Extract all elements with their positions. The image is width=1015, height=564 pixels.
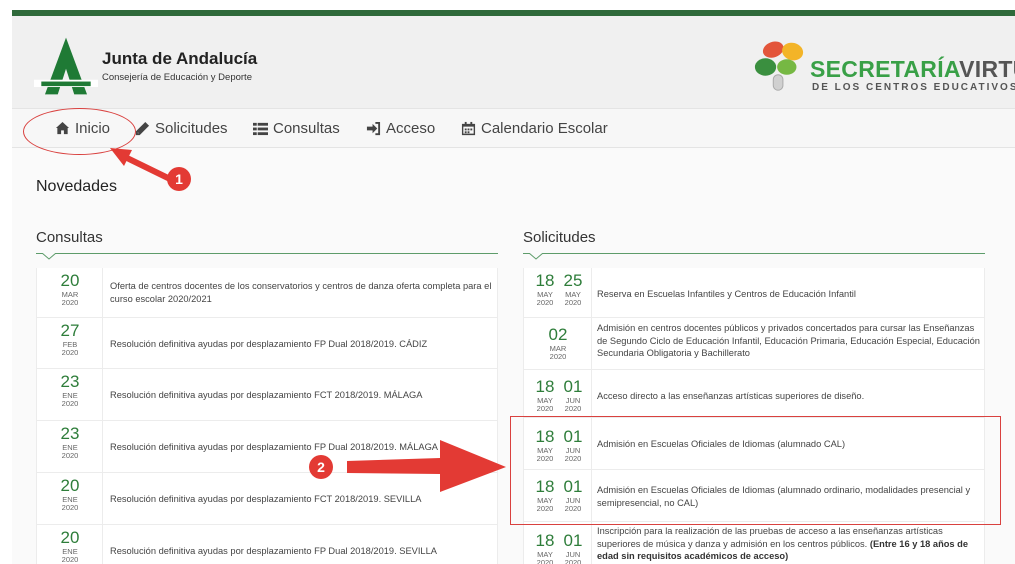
consultas-row-text[interactable]: Resolución definitiva ayudas por desplaz…: [110, 493, 495, 506]
consultas-row-text[interactable]: Resolución definitiva ayudas por desplaz…: [110, 545, 495, 558]
solicitudes-row-text[interactable]: Reserva en Escuelas Infantiles y Centros…: [597, 288, 982, 301]
date-cell: 27 FEB 2020: [37, 318, 103, 368]
solicitudes-divider: [523, 253, 985, 254]
consultas-divider-notch: [42, 253, 56, 260]
date-day: 18: [535, 377, 555, 396]
consultas-divider: [36, 253, 498, 254]
date-cell: 18 MAY 2020 25 MAY 2020: [524, 268, 592, 317]
date-cell: 20 ENE 2020: [37, 525, 103, 564]
date-cell: 20 MAR 2020: [37, 268, 103, 317]
consultas-row-text[interactable]: Oferta de centros docentes de los conser…: [110, 280, 495, 305]
date-day: 23: [60, 424, 80, 443]
date-year: 2020: [549, 351, 567, 361]
date-badge: 20 ENE 2020: [55, 529, 85, 563]
list-icon: [253, 122, 268, 136]
date-year: 2020: [536, 557, 554, 564]
sv-subtitle: DE LOS CENTROS EDUCATIVOS: [812, 82, 1015, 93]
sign-in-icon: [366, 121, 381, 136]
date-cell: 20 ENE 2020: [37, 473, 103, 524]
nav-solicitudes-label: Solicitudes: [155, 120, 228, 137]
date-year: 2020: [536, 403, 554, 413]
date-day: 01: [563, 531, 583, 550]
junta-andalucia-logo[interactable]: [34, 34, 98, 98]
consultas-row[interactable]: 23 ENE 2020 Resolución definitiva ayudas p…: [36, 421, 498, 473]
date-day: 02: [548, 325, 568, 344]
calendar-icon: [461, 121, 476, 136]
novedades-heading: Novedades: [36, 178, 117, 195]
date-year: 2020: [61, 554, 79, 564]
nav-solicitudes[interactable]: Solicitudes: [135, 120, 228, 137]
date-year: 2020: [536, 297, 554, 307]
solicitudes-row[interactable]: 18 MAY 2020 25 MAY 2020 Reserva en Escuelas …: [523, 268, 985, 318]
date-cell: 18 MAY 2020 01 JUN 2020: [524, 522, 592, 564]
date-day: 20: [60, 476, 80, 495]
consultas-row-text[interactable]: Resolución definitiva ayudas por desplaz…: [110, 338, 495, 351]
date-year: 2020: [564, 557, 582, 564]
date-day: 23: [60, 372, 80, 391]
pencil-icon: [135, 121, 150, 136]
nav-acceso[interactable]: Acceso: [366, 120, 435, 137]
consultas-row[interactable]: 20 ENE 2020 Resolución definitiva ayudas p…: [36, 525, 498, 564]
consultas-row[interactable]: 20 ENE 2020 Resolución definitiva ayudas p…: [36, 473, 498, 525]
nav-calendario[interactable]: Calendario Escolar: [461, 120, 608, 137]
date-badge-start: 02 MAR 2020: [543, 326, 573, 360]
consultas-row[interactable]: 27 FEB 2020 Resolución definitiva ayudas p…: [36, 318, 498, 369]
date-badge: 20 MAR 2020: [55, 272, 85, 306]
date-badge-start: 18 MAY 2020: [530, 532, 560, 564]
nav-acceso-label: Acceso: [386, 120, 436, 137]
date-day: 01: [563, 377, 583, 396]
date-day: 18: [535, 531, 555, 550]
nav-consultas[interactable]: Consultas: [253, 120, 340, 137]
sv-title: SECRETARÍAVIRTUAL: [810, 56, 1015, 82]
date-badge-end: 01 JUN 2020: [558, 378, 588, 412]
solicitudes-row[interactable]: 02 MAR 2020 Admisión en centros docentes p…: [523, 318, 985, 370]
annotation-badge-2: 2: [309, 455, 333, 479]
solicitudes-row-text[interactable]: Admisión en centros docentes públicos y …: [597, 322, 982, 360]
secretaria-virtual-logo-icon: [754, 41, 804, 91]
solicitudes-row[interactable]: 18 MAY 2020 01 JUN 2020 Inscripción para la …: [523, 522, 985, 564]
date-day: 20: [60, 271, 80, 290]
solicitudes-title: Solicitudes: [523, 229, 596, 246]
consultas-row-text[interactable]: Resolución definitiva ayudas por desplaz…: [110, 441, 495, 454]
date-badge: 23 ENE 2020: [55, 373, 85, 407]
brand-title: Junta de Andalucía: [102, 49, 258, 68]
solicitudes-divider-notch: [529, 253, 543, 260]
highlight-box-idiomas: [510, 416, 1001, 525]
date-cell: 23 ENE 2020: [37, 369, 103, 420]
nav-calendario-label: Calendario Escolar: [481, 120, 608, 137]
date-badge-end: 01 JUN 2020: [558, 532, 588, 564]
date-day: 18: [535, 271, 555, 290]
consultas-list: 20 MAR 2020 Oferta de centros docentes de …: [36, 268, 498, 564]
solicitudes-row-text[interactable]: Inscripción para la realización de las p…: [597, 525, 982, 563]
date-year: 2020: [61, 297, 79, 307]
date-badge: 20 ENE 2020: [55, 477, 85, 511]
date-year: 2020: [61, 450, 79, 460]
date-year: 2020: [564, 403, 582, 413]
consultas-row-text[interactable]: Resolución definitiva ayudas por desplaz…: [110, 389, 495, 402]
date-cell: 18 MAY 2020 01 JUN 2020: [524, 370, 592, 417]
date-badge: 27 FEB 2020: [55, 322, 85, 356]
consultas-row[interactable]: 23 ENE 2020 Resolución definitiva ayudas p…: [36, 369, 498, 421]
date-badge-end: 25 MAY 2020: [558, 272, 588, 306]
date-day: 25: [563, 271, 583, 290]
date-badge: 23 ENE 2020: [55, 425, 85, 459]
date-day: 20: [60, 528, 80, 547]
solicitudes-row-text[interactable]: Acceso directo a las enseñanzas artístic…: [597, 390, 982, 403]
date-year: 2020: [61, 398, 79, 408]
consultas-title: Consultas: [36, 229, 103, 246]
solicitudes-row[interactable]: 18 MAY 2020 01 JUN 2020 Acceso directo a las…: [523, 370, 985, 418]
highlight-ellipse-inicio: [23, 108, 136, 155]
date-badge-start: 18 MAY 2020: [530, 272, 560, 306]
consultas-row[interactable]: 20 MAR 2020 Oferta de centros docentes de …: [36, 268, 498, 318]
date-day: 27: [60, 321, 80, 340]
nav-consultas-label: Consultas: [273, 120, 340, 137]
date-badge-start: 18 MAY 2020: [530, 378, 560, 412]
annotation-badge-1: 1: [167, 167, 191, 191]
date-year: 2020: [61, 502, 79, 512]
date-year: 2020: [61, 347, 79, 357]
date-cell: 23 ENE 2020: [37, 421, 103, 472]
date-cell: 02 MAR 2020: [524, 318, 592, 369]
date-year: 2020: [564, 297, 582, 307]
brand-subtitle: Consejería de Educación y Deporte: [102, 72, 252, 83]
